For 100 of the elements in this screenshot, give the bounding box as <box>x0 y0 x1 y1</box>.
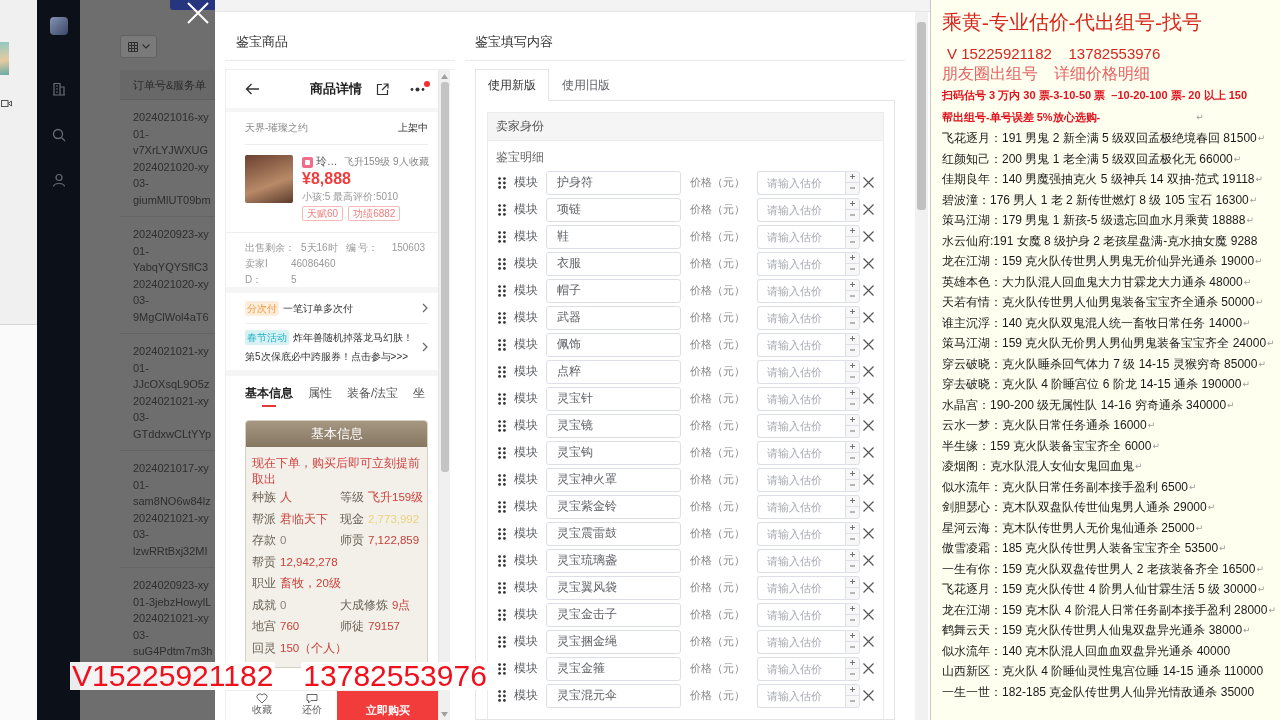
plus-icon[interactable] <box>850 660 855 666</box>
x-icon[interactable] <box>863 393 874 404</box>
number-stepper[interactable] <box>845 359 860 384</box>
video-camera-icon[interactable] <box>1 99 12 108</box>
price-input[interactable]: 请输入估价 <box>757 170 845 195</box>
number-stepper[interactable] <box>845 494 860 519</box>
tab[interactable]: 属性 <box>308 376 332 410</box>
x-icon[interactable] <box>863 474 874 485</box>
drag-handle-icon[interactable] <box>498 689 506 702</box>
price-input[interactable]: 请输入估价 <box>757 494 845 519</box>
plus-icon[interactable] <box>850 471 855 477</box>
x-icon[interactable] <box>863 609 874 620</box>
module-input[interactable]: 护身符 <box>546 170 681 195</box>
x-icon[interactable] <box>863 528 874 539</box>
plus-icon[interactable] <box>850 336 855 342</box>
layout-menu-button[interactable] <box>120 35 157 58</box>
x-icon[interactable] <box>863 636 874 647</box>
drag-handle-icon[interactable] <box>498 635 506 648</box>
drag-handle-icon[interactable] <box>498 311 506 324</box>
drag-handle-icon[interactable] <box>498 257 506 270</box>
promo-row[interactable]: 春节活动 炸年兽随机掉落龙马幻肤！ 第5次保底必中跨服券！点击参与>>> <box>245 324 428 370</box>
price-input[interactable]: 请输入估价 <box>757 386 845 411</box>
drag-handle-icon[interactable] <box>498 527 506 540</box>
scrollbar-track[interactable] <box>915 12 928 720</box>
module-input[interactable]: 灵宝神火罩 <box>546 467 681 492</box>
price-input[interactable]: 请输入估价 <box>757 413 845 438</box>
module-input[interactable]: 灵宝震雷鼓 <box>546 521 681 546</box>
number-stepper[interactable] <box>845 305 860 330</box>
drag-handle-icon[interactable] <box>498 365 506 378</box>
x-icon[interactable] <box>863 258 874 269</box>
more-icon[interactable] <box>410 86 425 92</box>
module-input[interactable]: 灵宝针 <box>546 386 681 411</box>
module-input[interactable]: 点粹 <box>546 359 681 384</box>
module-input[interactable]: 衣服 <box>546 251 681 276</box>
number-stepper[interactable] <box>845 683 860 708</box>
price-input[interactable]: 请输入估价 <box>757 602 845 627</box>
drag-handle-icon[interactable] <box>498 662 506 675</box>
toolbar-button[interactable] <box>170 0 215 10</box>
drag-handle-icon[interactable] <box>498 473 506 486</box>
x-icon[interactable] <box>863 339 874 350</box>
x-icon[interactable] <box>863 582 874 593</box>
x-icon[interactable] <box>863 366 874 377</box>
drag-handle-icon[interactable] <box>498 338 506 351</box>
price-input[interactable]: 请输入估价 <box>757 575 845 600</box>
drag-handle-icon[interactable] <box>498 284 506 297</box>
plus-icon[interactable] <box>850 363 855 369</box>
number-stepper[interactable] <box>845 251 860 276</box>
drag-handle-icon[interactable] <box>498 581 506 594</box>
drag-handle-icon[interactable] <box>498 608 506 621</box>
close-button[interactable] <box>185 0 211 26</box>
plus-icon[interactable] <box>850 552 855 558</box>
number-stepper[interactable] <box>845 197 860 222</box>
price-input[interactable]: 请输入估价 <box>757 359 845 384</box>
number-stepper[interactable] <box>845 467 860 492</box>
x-icon[interactable] <box>863 312 874 323</box>
drag-handle-icon[interactable] <box>498 446 506 459</box>
price-input[interactable]: 请输入估价 <box>757 305 845 330</box>
x-icon[interactable] <box>863 555 874 566</box>
search-icon[interactable] <box>51 128 66 142</box>
number-stepper[interactable] <box>845 575 860 600</box>
price-input[interactable]: 请输入估价 <box>757 548 845 573</box>
number-stepper[interactable] <box>845 629 860 654</box>
building-icon[interactable] <box>51 82 66 96</box>
scrollbar-thumb[interactable] <box>917 22 926 210</box>
drag-handle-icon[interactable] <box>498 554 506 567</box>
number-stepper[interactable] <box>845 386 860 411</box>
module-input[interactable]: 灵宝镜 <box>546 413 681 438</box>
x-icon[interactable] <box>863 285 874 296</box>
number-stepper[interactable] <box>845 278 860 303</box>
number-stepper[interactable] <box>845 521 860 546</box>
buy-button[interactable]: 立即购买 <box>337 691 438 720</box>
plus-icon[interactable] <box>850 282 855 288</box>
tab[interactable]: 基本信息 <box>245 376 293 410</box>
tab[interactable]: 坐 <box>413 376 426 410</box>
scrollbar-thumb[interactable] <box>440 82 449 472</box>
module-input[interactable]: 佩饰 <box>546 332 681 357</box>
module-input[interactable]: 灵宝金击子 <box>546 602 681 627</box>
number-stepper[interactable] <box>845 170 860 195</box>
x-icon[interactable] <box>863 204 874 215</box>
plus-icon[interactable] <box>850 525 855 531</box>
number-stepper[interactable] <box>845 602 860 627</box>
favorite-button[interactable]: 收藏 <box>237 691 287 720</box>
module-input[interactable]: 灵宝琉璃盏 <box>546 548 681 573</box>
module-input[interactable]: 项链 <box>546 197 681 222</box>
module-input[interactable]: 帽子 <box>546 278 681 303</box>
price-input[interactable]: 请输入估价 <box>757 467 845 492</box>
tab[interactable]: 使用旧版 <box>549 69 623 101</box>
price-input[interactable]: 请输入估价 <box>757 440 845 465</box>
x-icon[interactable] <box>863 690 874 701</box>
number-stepper[interactable] <box>845 224 860 249</box>
plus-icon[interactable] <box>850 606 855 612</box>
plus-icon[interactable] <box>850 633 855 639</box>
number-stepper[interactable] <box>845 656 860 681</box>
x-icon[interactable] <box>863 231 874 242</box>
tab[interactable]: 使用新版 <box>475 69 549 101</box>
x-icon[interactable] <box>863 501 874 512</box>
number-stepper[interactable] <box>845 413 860 438</box>
plus-icon[interactable] <box>850 228 855 234</box>
plus-icon[interactable] <box>850 309 855 315</box>
x-icon[interactable] <box>863 663 874 674</box>
